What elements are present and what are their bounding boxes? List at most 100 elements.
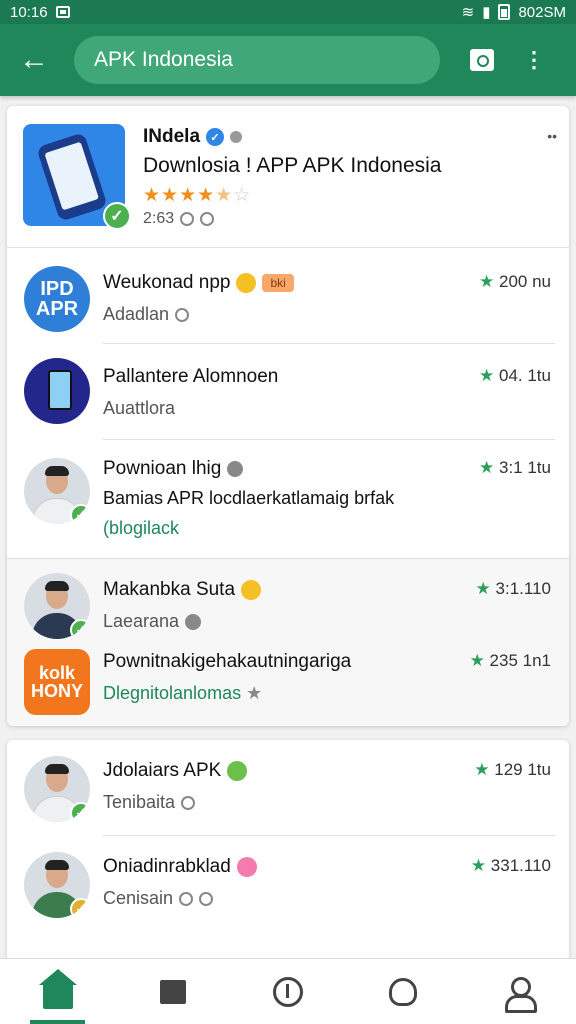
tag-badge: bki: [262, 274, 294, 292]
rating-value: 3:1.110: [495, 579, 551, 598]
list-item-title: Pallantere Alomnoen: [103, 366, 279, 387]
star-icon: ★: [479, 366, 495, 385]
list-item[interactable]: ✓ Pownioan lhig Bamias APR locdlaerkatla…: [7, 440, 569, 558]
list-item-title-row: Makanbka Suta: [103, 579, 262, 601]
list-item-title: Pownitnakigehakautningariga: [103, 651, 352, 672]
list-item-rating: ★ 3:1.110: [476, 579, 551, 599]
avatar: ✓: [24, 458, 90, 524]
list-item-title-row: Pownioan lhig: [103, 458, 244, 480]
results-card-2: ✓ Jdolaiars APK Tenibaita ★ 129 1tu ✓ On…: [7, 740, 569, 962]
download-icon: [179, 891, 194, 906]
list-item[interactable]: ✓ Makanbka Suta Laearana ★ 3:1.110: [7, 559, 569, 641]
app-bar: ← APK Indonesia ⋮: [0, 24, 576, 96]
list-item-subtitle: Adadlan: [103, 304, 170, 324]
featured-subtitle: Downlosia ! APP APK Indonesia: [143, 154, 442, 177]
app-icon-text: HONY: [30, 681, 83, 701]
nav-account[interactable]: [461, 959, 576, 1024]
emoji-icon: [227, 761, 248, 781]
list-item-title: Weukonad npp: [103, 272, 231, 293]
list-item-link-row[interactable]: Dlegnitolanlomas ★: [103, 683, 262, 704]
status-bar: 10:16 ≋ ▮ 802SM: [0, 0, 576, 24]
verified-check-icon: ✓: [70, 504, 90, 524]
size-icon: [199, 891, 214, 906]
ipd-app-icon: IPD APR: [24, 266, 90, 332]
app-icon-text: kolk: [38, 663, 76, 683]
list-item-subtitle: Tenibaita: [103, 792, 176, 812]
list-item-subtitle-row: Adadlan: [103, 304, 190, 325]
featured-app[interactable]: ✓ INdela ✓ Downlosia ! APP APK Indonesia…: [7, 106, 569, 248]
featured-app-icon: ✓: [23, 124, 131, 230]
search-field[interactable]: APK Indonesia: [74, 36, 440, 84]
battery-icon: [498, 4, 511, 20]
list-item[interactable]: IPD APR Weukonad npp bki Adadlan ★ 200 nu: [7, 248, 569, 344]
clock-icon: [273, 976, 303, 1007]
star-icon: ★: [469, 651, 485, 670]
rating-value: 129 1tu: [494, 760, 551, 779]
list-item-rating: ★ 235 1n1: [470, 651, 551, 671]
list-item[interactable]: ✓ Jdolaiars APK Tenibaita ★ 129 1tu: [7, 740, 569, 836]
kebab-icon[interactable]: ⋮: [514, 40, 554, 80]
nav-apps[interactable]: [115, 959, 230, 1024]
emoji-icon: [236, 273, 257, 293]
verified-check-icon: ✓: [70, 898, 90, 918]
list-item-link[interactable]: (blogilack: [103, 518, 179, 539]
list-item-rating: ★ 200 nu: [479, 272, 551, 292]
shaded-section: ✓ Makanbka Suta Laearana ★ 3:1.110 kolk …: [7, 558, 569, 726]
verified-check-icon: ✓: [70, 619, 90, 639]
emoji-icon: [241, 580, 262, 600]
star-icon: ★: [474, 760, 490, 779]
list-item-link: Dlegnitolanlomas: [103, 683, 242, 703]
list-item[interactable]: kolk HONY Pownitnakigehakautningariga Dl…: [7, 641, 569, 726]
account-icon: [504, 976, 538, 1013]
list-item-title-row: Jdolaiars APK: [103, 760, 248, 782]
list-item[interactable]: ✓ Oniadinrabklad Cenisain ★ 331.110: [7, 836, 569, 932]
avatar: ✓: [24, 852, 90, 918]
nav-updates[interactable]: [230, 959, 345, 1024]
more-options-icon[interactable]: • •: [547, 128, 557, 144]
featured-title: INdela: [143, 126, 201, 147]
list-item[interactable]: Pallantere Alomnoen Auattlora ★ 04. 1tu: [7, 344, 569, 440]
featured-meta: 2:63: [143, 210, 215, 228]
list-item-title-row: Oniadinrabklad: [103, 856, 257, 878]
featured-rating: ★★★★★☆: [143, 184, 251, 207]
bottom-navigation: [0, 958, 576, 1024]
list-item-title: Oniadinrabklad: [103, 856, 231, 877]
star-rating-half: ★: [215, 185, 234, 206]
list-item-subtitle-row: Cenisain: [103, 888, 214, 909]
rating-value: 331.110: [490, 856, 551, 875]
home-icon: [38, 968, 77, 1009]
search-text: APK Indonesia: [94, 48, 233, 71]
info-icon: [185, 613, 202, 630]
rating-value: 04. 1tu: [499, 366, 551, 385]
image-icon: [175, 307, 190, 322]
list-item-rating: ★ 04. 1tu: [479, 366, 551, 386]
status-time: 10:16: [10, 3, 48, 21]
back-arrow-icon[interactable]: ←: [14, 40, 54, 80]
star-icon: ★: [479, 458, 495, 477]
star-icon: ★: [470, 856, 487, 875]
info-icon: [230, 131, 243, 143]
bell-icon: [389, 977, 418, 1006]
phone-app-icon: [24, 358, 90, 424]
list-item-rating: ★ 129 1tu: [474, 760, 551, 780]
avatar: ✓: [24, 756, 90, 822]
verified-icon: ✓: [206, 128, 225, 146]
refresh-icon: [181, 795, 196, 810]
nav-home[interactable]: [0, 959, 115, 1024]
list-item-title-row: Weukonad npp bki: [103, 272, 294, 294]
rating-value: 200 nu: [499, 272, 551, 291]
results-card: ✓ INdela ✓ Downlosia ! APP APK Indonesia…: [7, 106, 569, 726]
star-rating-empty: ☆: [233, 185, 252, 206]
rating-value: 235 1n1: [489, 651, 551, 670]
list-item-rating: ★ 331.110: [471, 856, 551, 876]
nav-notifications[interactable]: [346, 959, 461, 1024]
bag-icon[interactable]: [462, 40, 502, 80]
download-icon: [180, 212, 195, 226]
emoji-icon: [236, 857, 257, 877]
list-item-subtitle-row: Tenibaita: [103, 792, 196, 813]
list-item-title: Makanbka Suta: [103, 579, 236, 600]
list-item-rating: ★ 3:1 1tu: [479, 458, 551, 478]
list-item-title: Jdolaiars APK: [103, 760, 222, 781]
status-right-text: 802SM: [518, 3, 566, 21]
avatar: ✓: [24, 573, 90, 639]
